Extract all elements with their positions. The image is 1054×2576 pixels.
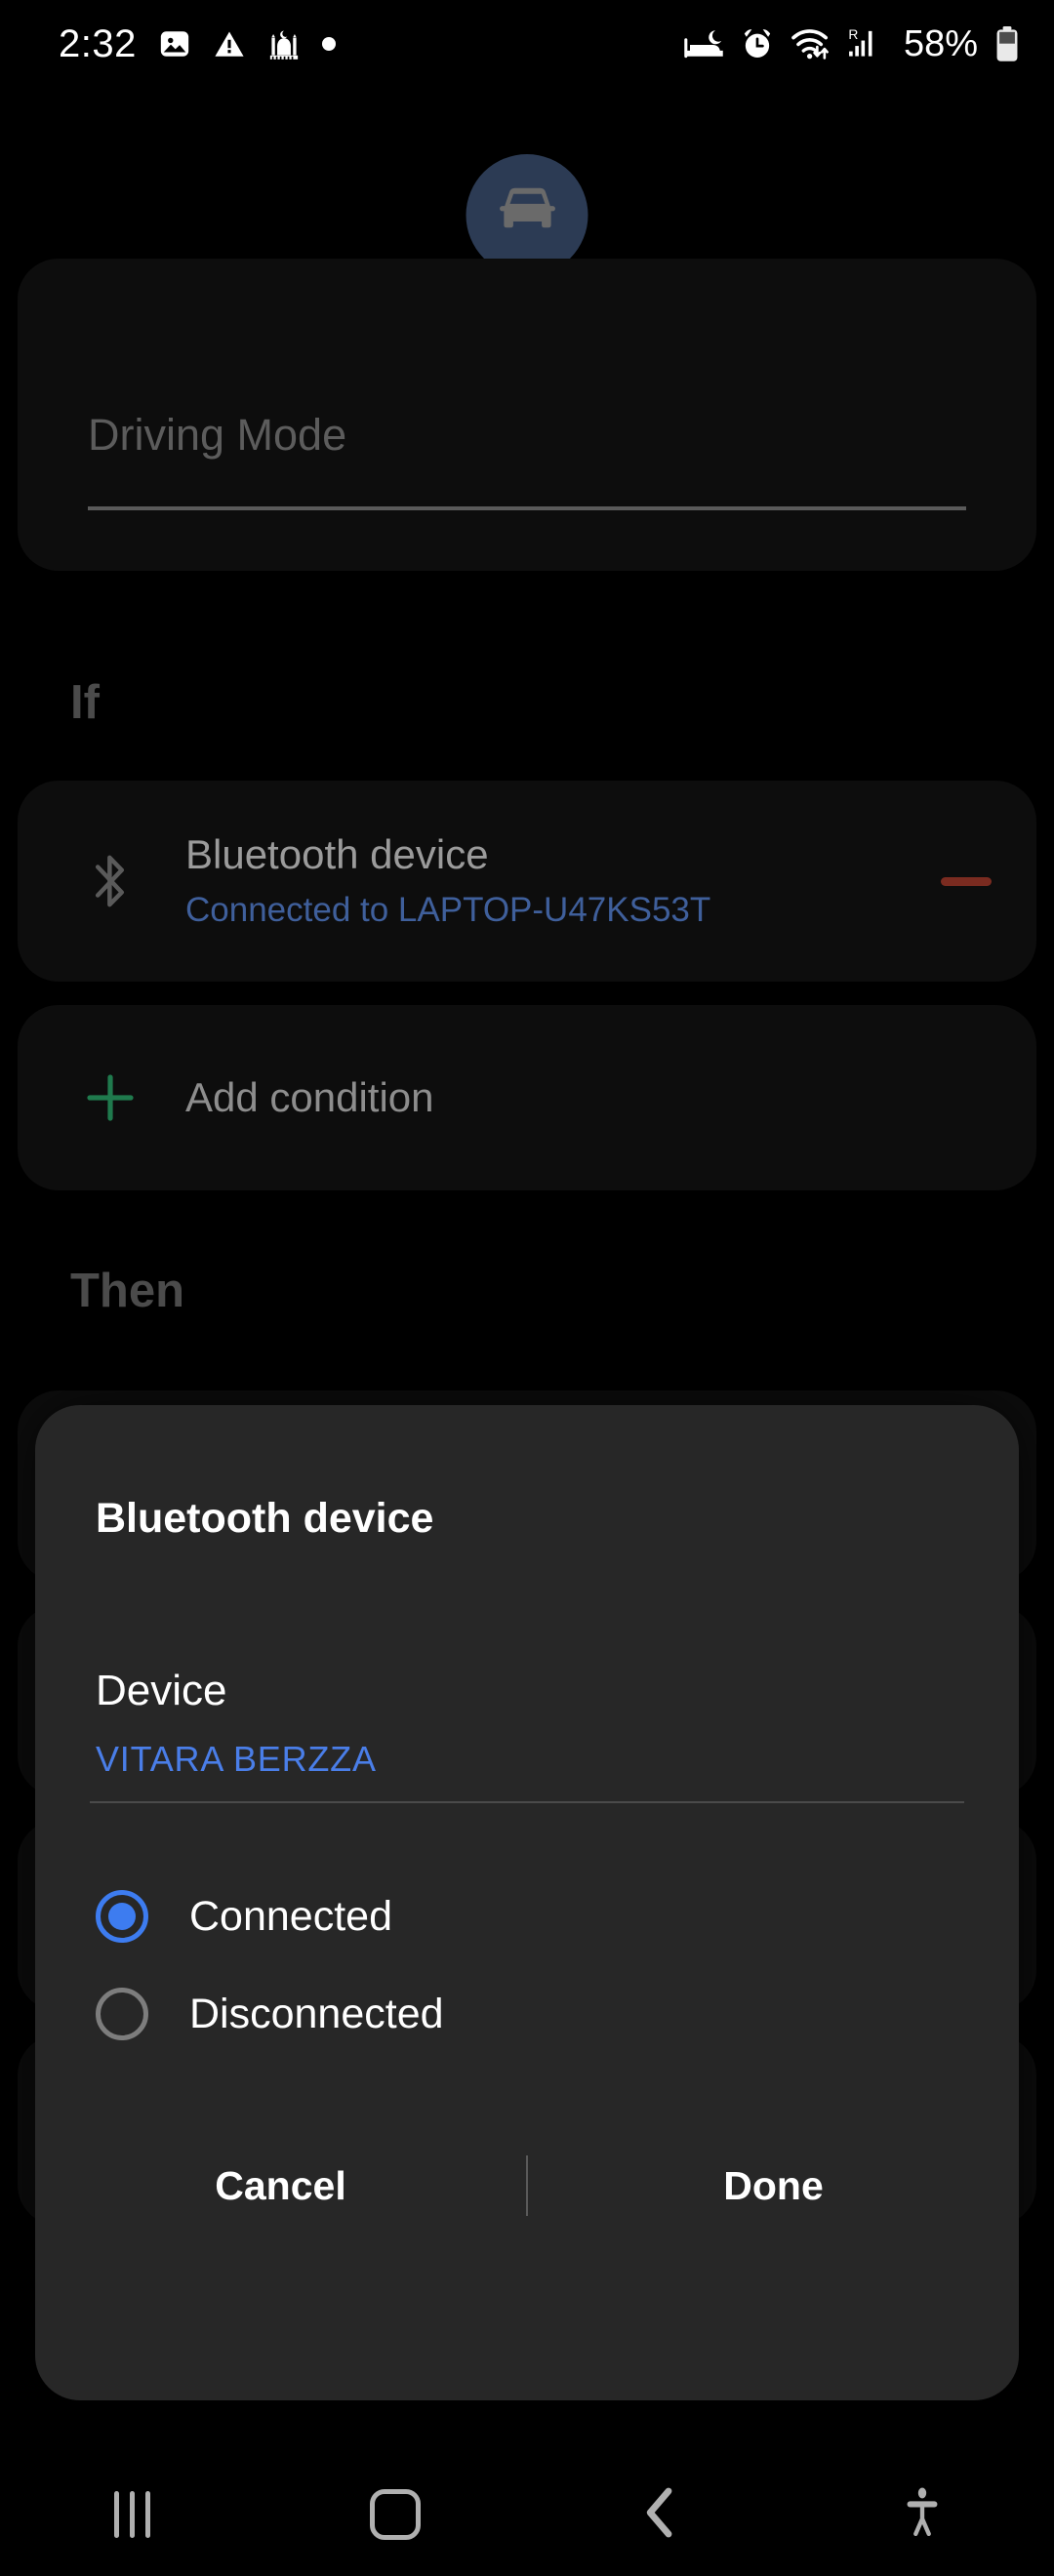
option-disconnected-label: Disconnected <box>189 1990 444 2037</box>
home-icon <box>370 2489 421 2540</box>
recents-button[interactable] <box>0 2491 264 2538</box>
image-icon <box>158 27 191 60</box>
back-icon <box>639 2485 678 2545</box>
svg-text:R: R <box>848 26 858 42</box>
radio-connected[interactable] <box>96 1890 148 1943</box>
dialog-actions: Cancel Done <box>35 2127 1019 2244</box>
bluetooth-device-dialog: Bluetooth device Device VITARA BERZZA Co… <box>35 1405 1019 2400</box>
add-condition-label: Add condition <box>185 1074 434 1120</box>
condition-row-bluetooth[interactable]: Bluetooth device Connected to LAPTOP-U47… <box>18 781 1036 982</box>
routine-name-input[interactable]: Driving Mode <box>88 410 966 461</box>
radio-disconnected[interactable] <box>96 1988 148 2040</box>
option-connected[interactable]: Connected <box>35 1864 1019 1969</box>
dialog-device-value[interactable]: VITARA BERZZA <box>96 1739 377 1780</box>
routine-name-card[interactable]: Driving Mode <box>18 259 1036 571</box>
status-bar: 2:32 R 58% <box>0 0 1054 88</box>
wifi-icon <box>790 26 831 61</box>
then-section-heading: Then <box>70 1265 185 1317</box>
car-icon <box>492 182 562 248</box>
recents-icon <box>113 2491 150 2538</box>
condition-title: Bluetooth device <box>185 831 489 878</box>
plus-icon <box>76 1070 144 1125</box>
status-bar-right: R 58% <box>683 23 1021 65</box>
option-disconnected[interactable]: Disconnected <box>35 1961 1019 2067</box>
dot-icon <box>321 37 336 51</box>
option-connected-label: Connected <box>189 1892 392 1940</box>
system-navigation-bar <box>0 2453 1054 2576</box>
alarm-icon <box>740 26 775 61</box>
battery-icon <box>993 25 1021 62</box>
done-button[interactable]: Done <box>528 2163 1019 2209</box>
cancel-button[interactable]: Cancel <box>35 2163 526 2209</box>
mosque-icon <box>267 26 301 61</box>
phone-screen: 2:32 R 58% Driving Mode If Bluetooth dev… <box>0 0 1054 2576</box>
condition-subtitle: Connected to LAPTOP-U47KS53T <box>185 890 711 929</box>
remove-condition-button[interactable] <box>941 876 992 886</box>
dialog-device-label: Device <box>96 1667 227 1714</box>
dialog-title: Bluetooth device <box>96 1495 434 1542</box>
sleep-mode-icon <box>683 27 724 60</box>
bluetooth-icon <box>76 850 144 912</box>
routine-name-placeholder: Driving Mode <box>88 410 347 460</box>
accessibility-button[interactable] <box>790 2485 1054 2545</box>
add-condition-row[interactable]: Add condition <box>18 1005 1036 1190</box>
status-bar-left: 2:32 <box>59 22 336 66</box>
dialog-separator <box>90 1801 964 1803</box>
status-bar-clock: 2:32 <box>59 21 137 65</box>
battery-percent: 58% <box>903 22 978 64</box>
back-button[interactable] <box>527 2485 790 2545</box>
accessibility-icon <box>903 2485 942 2545</box>
routine-name-underline <box>88 506 966 510</box>
roaming-signal-icon: R <box>847 26 882 61</box>
warning-icon <box>213 27 246 60</box>
if-section-heading: If <box>70 676 100 729</box>
home-button[interactable] <box>264 2489 527 2540</box>
